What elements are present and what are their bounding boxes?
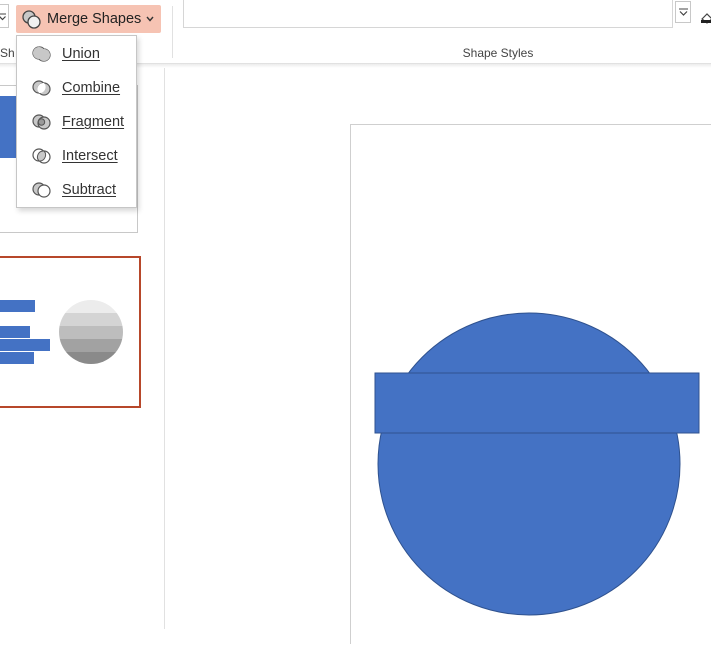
combine-icon: [32, 80, 51, 96]
menu-item-subtract[interactable]: Subtract: [17, 174, 136, 206]
ribbon-group-separator: [172, 6, 173, 58]
intersect-icon: [32, 148, 51, 164]
menu-item-label: Union: [62, 46, 100, 62]
slide-canvas[interactable]: [350, 124, 711, 644]
merge-shapes-label: Merge Shapes: [47, 11, 142, 27]
menu-item-label: Combine: [62, 80, 121, 96]
merge-shapes-menu: Union Combine Fragment Intersect Subtrac…: [16, 35, 137, 208]
insert-shapes-group-label: Sha: [0, 46, 14, 60]
menu-item-label: Fragment: [62, 114, 125, 130]
menu-item-label: Subtract: [62, 182, 116, 198]
merge-shapes-icon: [22, 10, 41, 29]
circle-shape[interactable]: [377, 312, 681, 616]
menu-item-union[interactable]: Union: [17, 38, 136, 70]
union-icon: [32, 46, 51, 62]
rectangle-shape[interactable]: [374, 372, 700, 434]
chevron-down-icon: [679, 8, 688, 16]
shape-fill-icon[interactable]: [700, 10, 711, 24]
menu-item-fragment[interactable]: Fragment: [17, 106, 136, 138]
pane-divider[interactable]: [164, 68, 165, 629]
slide-shapes: [374, 312, 700, 616]
chevron-down-icon: [146, 16, 154, 22]
menu-item-label: Intersect: [62, 148, 118, 164]
fragment-icon: [32, 114, 51, 130]
merge-shapes-button[interactable]: Merge Shapes: [16, 5, 161, 33]
subtract-icon: [32, 182, 51, 198]
thumbnail-shape: [0, 96, 16, 158]
chevron-down-icon: [0, 13, 6, 21]
menu-item-intersect[interactable]: Intersect: [17, 140, 136, 172]
slide-thumbnail-2[interactable]: [0, 256, 141, 408]
thumbnail-preview: [0, 300, 123, 364]
shape-styles-gallery: [183, 0, 673, 28]
menu-item-combine[interactable]: Combine: [17, 72, 136, 104]
gallery-more-button[interactable]: [675, 1, 691, 23]
shape-styles-group-label: Shape Styles: [462, 46, 534, 60]
left-gallery-dropdown[interactable]: [0, 4, 9, 28]
